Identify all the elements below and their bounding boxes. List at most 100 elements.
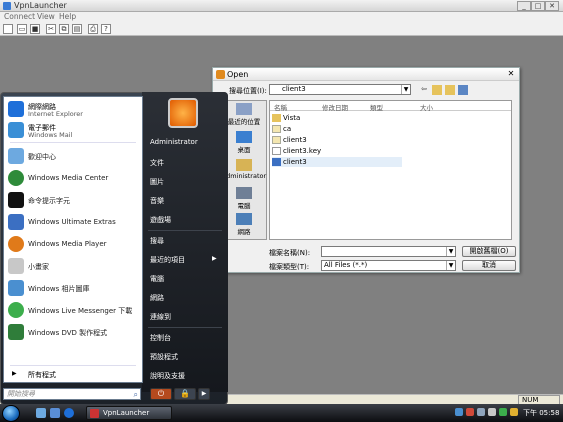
user-avatar[interactable] xyxy=(168,98,198,128)
right-item-music[interactable]: 音樂 xyxy=(150,196,164,206)
start-button[interactable] xyxy=(2,405,20,422)
new-folder-icon[interactable] xyxy=(445,85,455,95)
pinned-internet-explorer[interactable]: 網際網路 Internet Explorer xyxy=(8,100,140,118)
file-icon xyxy=(272,147,281,155)
file-row-selected[interactable]: client3 xyxy=(272,157,402,167)
place-label: 桌面 xyxy=(237,146,251,154)
filename-input[interactable]: ▼ xyxy=(321,246,456,257)
item-title: 命令提示字元 xyxy=(28,197,70,205)
help-icon[interactable]: ? xyxy=(101,24,111,34)
chevron-down-icon[interactable]: ▼ xyxy=(446,247,455,256)
shutdown-options-button[interactable]: ▶ xyxy=(198,388,210,400)
menu-help[interactable]: Help xyxy=(59,12,76,21)
volume-icon[interactable] xyxy=(488,408,496,416)
vpn-tray-icon[interactable] xyxy=(510,408,518,416)
switch-windows-icon[interactable] xyxy=(50,408,60,418)
right-item-pictures[interactable]: 圖片 xyxy=(150,177,164,187)
copy-icon[interactable]: ⧉ xyxy=(59,24,69,34)
media-center-icon xyxy=(8,170,24,186)
right-item-administrator[interactable]: Administrator xyxy=(150,138,198,146)
lock-button[interactable]: 🔒 xyxy=(174,388,196,400)
recent-paint[interactable]: 小畫家 xyxy=(8,257,140,275)
item-title: Windows Media Player xyxy=(28,240,107,248)
photo-gallery-icon xyxy=(8,280,24,296)
recent-dvd-maker[interactable]: Windows DVD 製作程式 xyxy=(8,323,140,341)
print-icon[interactable]: ⎙ xyxy=(88,24,98,34)
cancel-button[interactable]: 取消 xyxy=(462,260,516,271)
desktop-icon xyxy=(236,131,252,143)
right-item-network[interactable]: 網路 xyxy=(150,293,164,303)
paste-icon[interactable]: ▤ xyxy=(72,24,82,34)
recent-media-player[interactable]: Windows Media Player xyxy=(8,235,140,253)
dialog-close-button[interactable]: ✕ xyxy=(506,70,516,79)
open-icon[interactable]: ▭ xyxy=(17,24,27,34)
right-item-recent[interactable]: 最近的項目 xyxy=(150,255,185,265)
start-search-input[interactable]: 開始搜尋 ⌕ xyxy=(3,388,141,400)
right-item-documents[interactable]: 文件 xyxy=(150,158,164,168)
open-button[interactable]: 開啟舊檔(O) xyxy=(462,246,516,257)
view-menu-icon[interactable] xyxy=(458,85,468,95)
all-programs[interactable]: ▶ 所有程式 xyxy=(8,369,140,381)
menu-connect[interactable]: Connect xyxy=(4,12,35,21)
menubar: Connect View Help xyxy=(0,12,563,22)
column-modified[interactable]: 修改日期 xyxy=(322,102,348,112)
filetype-select[interactable]: All Files (*.*) ▼ xyxy=(321,260,456,271)
recent-photo-gallery[interactable]: Windows 相片圖庫 xyxy=(8,279,140,297)
column-type[interactable]: 類型 xyxy=(370,102,383,112)
maximize-button[interactable]: □ xyxy=(531,1,545,11)
file-list: 名稱 修改日期 類型 大小 Vista ca client3 client3.k… xyxy=(269,100,512,240)
up-folder-icon[interactable] xyxy=(432,85,442,95)
clock[interactable]: 下午 05:58 xyxy=(523,408,559,418)
column-name[interactable]: 名稱 xyxy=(274,102,287,112)
start-menu: Administrator 文件 圖片 音樂 遊戲場 搜尋 最近的項目 ▶ 電腦… xyxy=(0,92,228,405)
pinned-windows-mail[interactable]: 電子郵件 Windows Mail xyxy=(8,121,140,139)
new-icon[interactable] xyxy=(3,24,13,34)
recent-media-center[interactable]: Windows Media Center xyxy=(8,169,140,187)
app-titlebar: VpnLauncher _ □ ✕ xyxy=(0,0,563,12)
close-button[interactable]: ✕ xyxy=(545,1,559,11)
messenger-tray-icon[interactable] xyxy=(499,408,507,416)
file-row[interactable]: client3.key xyxy=(272,146,402,156)
item-title: Windows DVD 製作程式 xyxy=(28,329,108,337)
menu-view[interactable]: View xyxy=(37,12,55,21)
internet-explorer-icon xyxy=(8,101,24,117)
right-item-search[interactable]: 搜尋 xyxy=(150,236,164,246)
right-item-games[interactable]: 遊戲場 xyxy=(150,215,171,225)
right-item-connect[interactable]: 連線到 xyxy=(150,312,171,322)
all-programs-label: 所有程式 xyxy=(28,371,56,379)
welcome-center-icon xyxy=(8,148,24,164)
item-title: 歡迎中心 xyxy=(28,153,56,161)
file-row[interactable]: Vista xyxy=(272,113,402,123)
dialog-titlebar: Open ✕ xyxy=(213,68,519,81)
file-row[interactable]: ca xyxy=(272,124,402,134)
place-label: 最近的位置 xyxy=(227,118,261,126)
cut-icon[interactable]: ✂ xyxy=(46,24,56,34)
chevron-down-icon[interactable]: ▼ xyxy=(446,261,455,270)
minimize-button[interactable]: _ xyxy=(517,1,531,11)
right-item-help[interactable]: 說明及支援 xyxy=(150,371,185,381)
file-row[interactable]: client3 xyxy=(272,135,402,145)
folder-icon xyxy=(272,114,281,122)
right-item-computer[interactable]: 電腦 xyxy=(150,274,164,284)
taskbar-vpnlauncher[interactable]: VpnLauncher xyxy=(86,406,172,420)
internet-explorer-icon[interactable] xyxy=(64,408,74,418)
language-icon[interactable] xyxy=(455,408,463,416)
save-icon[interactable]: ■ xyxy=(30,24,40,34)
right-item-default-programs[interactable]: 預設程式 xyxy=(150,352,178,362)
back-icon[interactable]: ⇦ xyxy=(419,85,429,95)
search-icon[interactable]: ⌕ xyxy=(134,390,138,399)
recent-ultimate-extras[interactable]: Windows Ultimate Extras xyxy=(8,213,140,231)
app-icon xyxy=(3,2,11,10)
security-icon[interactable] xyxy=(466,408,474,416)
chevron-down-icon[interactable]: ▼ xyxy=(401,85,410,94)
column-size[interactable]: 大小 xyxy=(420,102,433,112)
recent-welcome-center[interactable]: 歡迎中心 xyxy=(8,147,140,165)
network-tray-icon[interactable] xyxy=(477,408,485,416)
recent-messenger[interactable]: Windows Live Messenger 下載 xyxy=(8,301,140,319)
chevron-right-icon: ▶ xyxy=(12,370,17,377)
recent-command-prompt[interactable]: 命令提示字元 xyxy=(8,191,140,209)
lookin-select[interactable]: client3 ▼ xyxy=(269,84,411,95)
show-desktop-icon[interactable] xyxy=(36,408,46,418)
right-item-control-panel[interactable]: 控制台 xyxy=(150,333,171,343)
power-button[interactable]: ⏻ xyxy=(150,388,172,400)
